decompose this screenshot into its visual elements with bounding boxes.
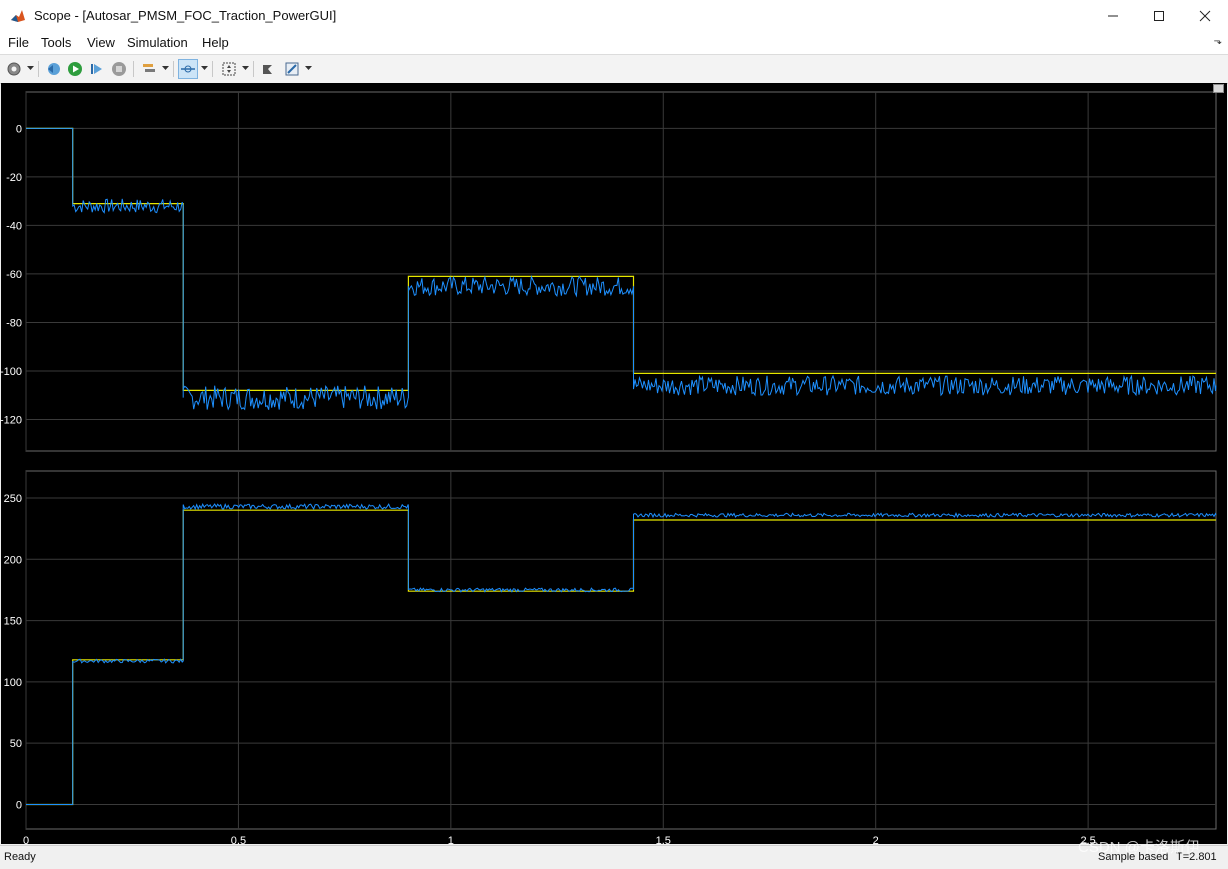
menu-file[interactable]: File: [8, 35, 29, 50]
step-forward-icon: [91, 64, 102, 74]
y-tick-label: 100: [4, 677, 22, 689]
stop-icon: [112, 62, 126, 76]
chevron-down-icon[interactable]: [162, 65, 169, 71]
toolbar-separator: [133, 61, 134, 77]
fit-icon: [222, 62, 236, 76]
y-tick-label: 200: [4, 554, 22, 566]
gear-icon: [7, 62, 21, 76]
step-back-icon: [48, 63, 60, 75]
scope-plots: 0-20-40-60-80-100-1200 0.5 1 1.5 2 2.52502001…: [1, 91, 1217, 844]
run-icon: [68, 62, 82, 76]
zoom-cursor-button[interactable]: [178, 59, 198, 79]
x-tick-label: 1: [448, 835, 454, 844]
y-tick-label: -60: [6, 269, 22, 281]
zoom-cursor-icon: [181, 65, 195, 73]
y-tick-label: 250: [4, 493, 22, 505]
watermark: CSDN @卡洛斯伊: [1078, 839, 1200, 856]
restore-icon[interactable]: [1213, 84, 1224, 93]
toolbar-separator: [253, 61, 254, 77]
y-tick-label: -120: [1, 414, 22, 426]
toolbar-separator: [38, 61, 39, 77]
highlight-icon: [143, 64, 155, 72]
status-bar: Ready Sample based T=2.801: [0, 845, 1228, 869]
y-tick-label: 0: [16, 799, 22, 811]
edit-icon: [285, 62, 299, 76]
menu-simulation[interactable]: Simulation: [127, 35, 188, 50]
chevron-down-icon[interactable]: [242, 65, 249, 71]
undock-icon[interactable]: ⬎: [1214, 36, 1222, 47]
style-button[interactable]: [258, 59, 278, 79]
menu-help[interactable]: Help: [202, 35, 229, 50]
minimize-button[interactable]: [1090, 0, 1136, 32]
chevron-down-icon[interactable]: [27, 65, 34, 71]
chevron-down-icon[interactable]: [201, 65, 208, 71]
y-tick-label: 150: [4, 616, 22, 628]
highlight-button[interactable]: [139, 59, 159, 79]
style-icon: [263, 65, 272, 74]
toolbar-separator: [212, 61, 213, 77]
maximize-button[interactable]: [1136, 0, 1182, 32]
plot-frame: [25, 470, 1217, 830]
run-button[interactable]: [65, 59, 85, 79]
toolbar: [0, 54, 1228, 84]
step-back-button[interactable]: [43, 59, 63, 79]
y-tick-label: -80: [6, 317, 22, 329]
y-tick-label: -40: [6, 220, 22, 232]
step-forward-button[interactable]: [87, 59, 107, 79]
x-tick-label: 2: [873, 835, 879, 844]
title-bar: Scope - [Autosar_PMSM_FOC_Traction_Power…: [0, 0, 1228, 33]
edit-button[interactable]: [282, 59, 302, 79]
y-tick-label: 50: [10, 738, 22, 750]
y-tick-label: 0: [16, 123, 22, 135]
window-title: Scope - [Autosar_PMSM_FOC_Traction_Power…: [34, 8, 337, 23]
x-tick-label: 0.5: [231, 835, 246, 844]
x-tick-label: 0: [23, 835, 29, 844]
status-ready: Ready: [4, 851, 36, 863]
x-tick-label: 1.5: [656, 835, 671, 844]
menu-view[interactable]: View: [87, 35, 115, 50]
matlab-icon: [10, 8, 26, 24]
chevron-down-icon[interactable]: [305, 65, 312, 71]
y-tick-label: -100: [1, 366, 22, 378]
menu-tools[interactable]: Tools: [41, 35, 71, 50]
scope-canvas[interactable]: 0 -20 -40 -60 -80 -100 -120 0 0.5 1 1.5 2 2.5 250 200 1…: [1, 83, 1227, 844]
y-tick-label: -20: [6, 172, 22, 184]
fit-button[interactable]: [219, 59, 239, 79]
settings-button[interactable]: [4, 59, 24, 79]
close-icon: [1199, 10, 1211, 22]
minimize-icon: [1108, 15, 1118, 17]
toolbar-separator: [173, 61, 174, 77]
close-button[interactable]: [1182, 0, 1228, 32]
stop-button[interactable]: [109, 59, 129, 79]
maximize-icon: [1154, 11, 1164, 21]
menu-bar: File Tools View Simulation Help ⬎: [0, 32, 1228, 54]
